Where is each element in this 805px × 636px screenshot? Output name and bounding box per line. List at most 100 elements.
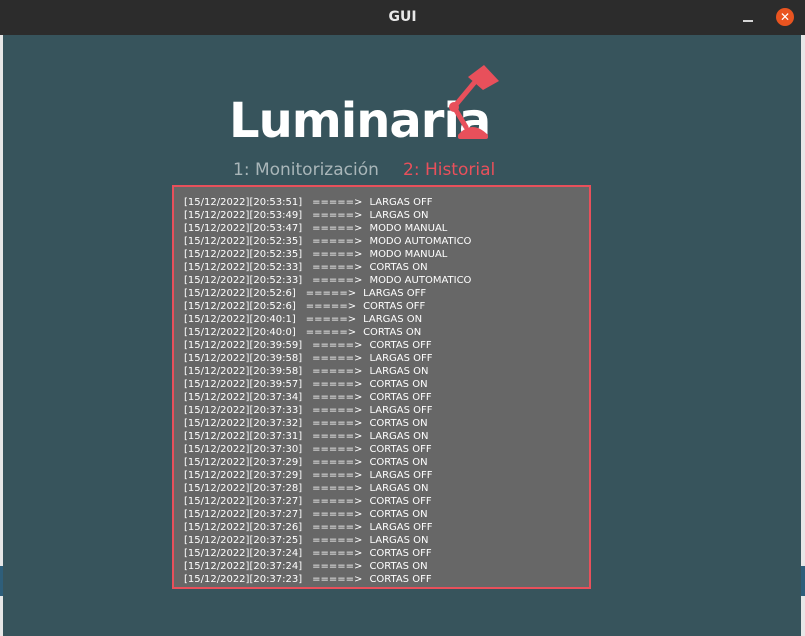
- log-arrow: =====>: [305, 314, 357, 325]
- log-timestamp: [15/12/2022][20:52:35]: [184, 249, 303, 260]
- log-arrow: =====>: [312, 561, 363, 572]
- log-timestamp: [15/12/2022][20:37:30]: [184, 444, 303, 455]
- history-log-entry: [15/12/2022][20:39:58] =====> LARGAS OFF: [184, 352, 471, 365]
- log-timestamp: [15/12/2022][20:52:35]: [184, 236, 303, 247]
- history-log-entry: [15/12/2022][20:37:25] =====> LARGAS ON: [184, 534, 471, 547]
- log-timestamp: [15/12/2022][20:40:1]: [184, 314, 296, 325]
- log-event: CORTAS OFF: [369, 548, 432, 559]
- tab-historial[interactable]: 2: Historial: [403, 158, 495, 182]
- log-arrow: =====>: [312, 223, 363, 234]
- window-title: GUI: [388, 9, 417, 25]
- minimize-button[interactable]: [740, 9, 756, 25]
- log-timestamp: [15/12/2022][20:37:28]: [184, 483, 303, 494]
- history-log-entry: [15/12/2022][20:39:59] =====> CORTAS OFF: [184, 339, 471, 352]
- log-timestamp: [15/12/2022][20:52:6]: [184, 288, 296, 299]
- log-timestamp: [15/12/2022][20:37:33]: [184, 405, 303, 416]
- log-timestamp: [15/12/2022][20:37:29]: [184, 470, 303, 481]
- log-timestamp: [15/12/2022][20:53:49]: [184, 210, 303, 221]
- log-timestamp: [15/12/2022][20:37:24]: [184, 561, 303, 572]
- log-arrow: =====>: [312, 197, 363, 208]
- history-log-entry: [15/12/2022][20:53:47] =====> MODO MANUAL: [184, 222, 471, 235]
- log-event: MODO MANUAL: [369, 249, 448, 260]
- log-arrow: =====>: [312, 431, 363, 442]
- log-arrow: =====>: [312, 262, 363, 273]
- log-arrow: =====>: [312, 405, 363, 416]
- log-timestamp: [15/12/2022][20:37:34]: [184, 392, 303, 403]
- history-log-entry: [15/12/2022][20:37:29] =====> LARGAS OFF: [184, 469, 471, 482]
- history-log-entry: [15/12/2022][20:37:24] =====> CORTAS ON: [184, 560, 471, 573]
- log-event: CORTAS ON: [369, 418, 428, 429]
- log-event: CORTAS ON: [369, 262, 428, 273]
- log-event: CORTAS OFF: [369, 392, 432, 403]
- log-arrow: =====>: [312, 509, 363, 520]
- title-bar[interactable]: GUI ✕: [0, 0, 805, 35]
- log-event: MODO AUTOMATICO: [369, 275, 472, 286]
- history-log-entry: [15/12/2022][20:39:58] =====> LARGAS ON: [184, 365, 471, 378]
- log-arrow: =====>: [312, 275, 363, 286]
- history-log-entry: [15/12/2022][20:52:6] =====> CORTAS OFF: [184, 300, 471, 313]
- log-event: CORTAS ON: [369, 457, 428, 468]
- log-arrow: =====>: [312, 340, 363, 351]
- log-event: CORTAS ON: [369, 509, 428, 520]
- log-arrow: =====>: [305, 327, 357, 338]
- log-event: CORTAS OFF: [369, 496, 432, 507]
- log-timestamp: [15/12/2022][20:37:23]: [184, 574, 303, 585]
- background-window-edge-right: [801, 35, 805, 636]
- history-log-panel[interactable]: [15/12/2022][20:53:51] =====> LARGAS OFF [1…: [172, 185, 591, 589]
- log-event: LARGAS OFF: [363, 288, 427, 299]
- history-log-entry: [15/12/2022][20:52:35] =====> MODO MANUAL: [184, 248, 471, 261]
- history-log-entry: [15/12/2022][20:37:32] =====> CORTAS ON: [184, 417, 471, 430]
- history-log-entry: [15/12/2022][20:37:27] =====> CORTAS ON: [184, 508, 471, 521]
- log-arrow: =====>: [312, 418, 363, 429]
- log-event: LARGAS ON: [369, 431, 429, 442]
- log-timestamp: [15/12/2022][20:39:58]: [184, 366, 303, 377]
- log-arrow: =====>: [312, 353, 363, 364]
- log-event: CORTAS ON: [363, 327, 422, 338]
- log-timestamp: [15/12/2022][20:39:59]: [184, 340, 303, 351]
- log-event: MODO AUTOMATICO: [369, 236, 472, 247]
- close-button[interactable]: ✕: [776, 8, 794, 26]
- history-log-entry: [15/12/2022][20:53:51] =====> LARGAS OFF: [184, 196, 471, 209]
- log-timestamp: [15/12/2022][20:52:6]: [184, 301, 296, 312]
- log-event: CORTAS OFF: [369, 340, 432, 351]
- log-event: LARGAS ON: [369, 483, 429, 494]
- history-log-entry: [15/12/2022][20:52:6] =====> LARGAS OFF: [184, 287, 471, 300]
- log-timestamp: [15/12/2022][20:37:31]: [184, 431, 303, 442]
- log-arrow: =====>: [312, 457, 363, 468]
- log-event: CORTAS ON: [369, 379, 428, 390]
- log-arrow: =====>: [312, 379, 363, 390]
- log-arrow: =====>: [312, 535, 363, 546]
- log-timestamp: [15/12/2022][20:52:33]: [184, 275, 303, 286]
- log-arrow: =====>: [312, 470, 363, 481]
- app-window: GUI ✕ Luminaria 1: Monitorización 2: His…: [0, 0, 805, 636]
- history-log-entry: [15/12/2022][20:37:34] =====> CORTAS OFF: [184, 391, 471, 404]
- log-event: CORTAS OFF: [369, 444, 432, 455]
- log-event: LARGAS ON: [369, 535, 429, 546]
- history-log-entry: [15/12/2022][20:37:27] =====> CORTAS OFF: [184, 495, 471, 508]
- log-arrow: =====>: [312, 548, 363, 559]
- history-log-entry: [15/12/2022][20:53:49] =====> LARGAS ON: [184, 209, 471, 222]
- history-log-entry: [15/12/2022][20:52:35] =====> MODO AUTOMAT…: [184, 235, 471, 248]
- history-log-entry: [15/12/2022][20:52:33] =====> MODO AUTOMAT…: [184, 274, 471, 287]
- log-timestamp: [15/12/2022][20:37:26]: [184, 522, 303, 533]
- history-log-entry: [15/12/2022][20:52:33] =====> CORTAS ON: [184, 261, 471, 274]
- log-event: LARGAS ON: [363, 314, 423, 325]
- history-log-entry: [15/12/2022][20:37:24] =====> CORTAS OFF: [184, 547, 471, 560]
- history-log-entry: [15/12/2022][20:40:1] =====> LARGAS ON: [184, 313, 471, 326]
- log-event: LARGAS OFF: [369, 522, 433, 533]
- log-event: MODO MANUAL: [369, 223, 448, 234]
- history-log-entry: [15/12/2022][20:37:31] =====> LARGAS ON: [184, 430, 471, 443]
- log-timestamp: [15/12/2022][20:37:27]: [184, 496, 303, 507]
- log-timestamp: [15/12/2022][20:37:32]: [184, 418, 303, 429]
- log-event: CORTAS OFF: [363, 301, 426, 312]
- log-arrow: =====>: [312, 392, 363, 403]
- log-timestamp: [15/12/2022][20:37:25]: [184, 535, 303, 546]
- log-event: LARGAS ON: [369, 210, 429, 221]
- log-arrow: =====>: [305, 288, 357, 299]
- log-arrow: =====>: [312, 522, 363, 533]
- tab-monitorizacion[interactable]: 1: Monitorización: [233, 158, 379, 182]
- history-log-entry: [15/12/2022][20:39:57] =====> CORTAS ON: [184, 378, 471, 391]
- log-arrow: =====>: [312, 236, 363, 247]
- background-panel-strip-right: [801, 566, 805, 596]
- log-timestamp: [15/12/2022][20:52:33]: [184, 262, 303, 273]
